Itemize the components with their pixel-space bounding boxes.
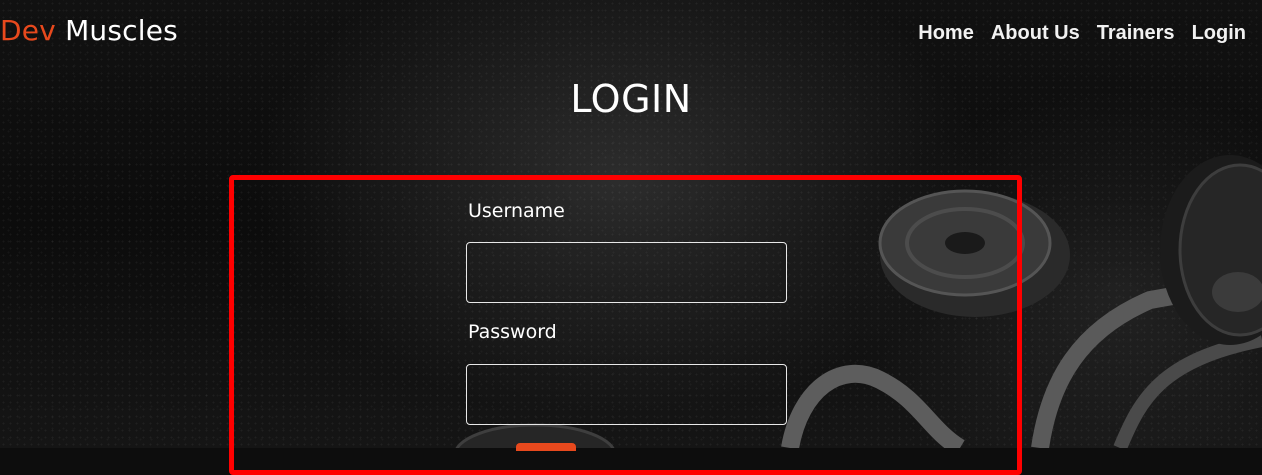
- login-form-container: [229, 175, 1022, 475]
- brand-logo[interactable]: Dev Muscles: [0, 14, 178, 47]
- username-label: Username: [468, 200, 565, 222]
- password-label: Password: [468, 321, 557, 343]
- page-title: LOGIN: [570, 77, 692, 121]
- username-input[interactable]: [466, 242, 787, 303]
- password-input[interactable]: [466, 364, 787, 425]
- nav-link-trainers[interactable]: Trainers: [1097, 22, 1175, 45]
- brand-accent-text: Dev: [0, 14, 56, 47]
- nav-link-login[interactable]: Login: [1192, 22, 1246, 45]
- submit-button[interactable]: [516, 443, 576, 451]
- main-nav: Home About Us Trainers Login: [918, 22, 1246, 45]
- nav-link-about-us[interactable]: About Us: [991, 22, 1080, 45]
- nav-link-home[interactable]: Home: [918, 22, 974, 45]
- brand-name-text: Muscles: [55, 14, 178, 47]
